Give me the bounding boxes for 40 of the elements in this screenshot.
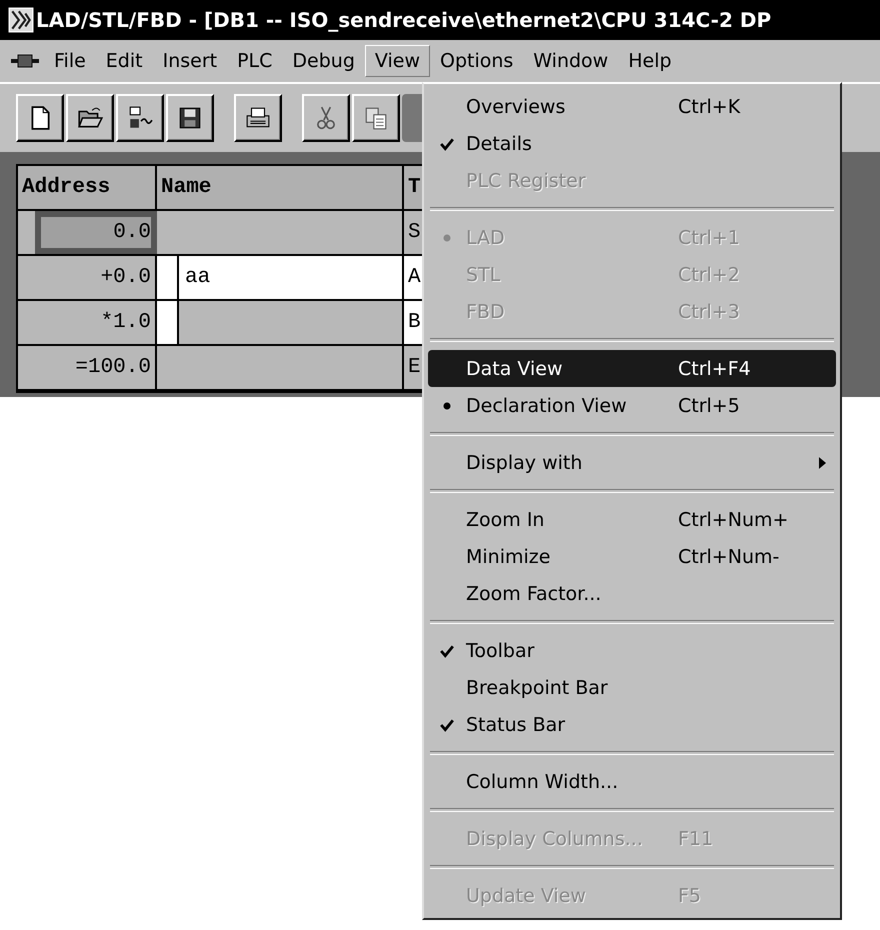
struct-indent xyxy=(157,256,179,299)
menu-item[interactable]: Overviews Ctrl+K xyxy=(428,88,836,125)
menu-item[interactable]: Zoom In Ctrl+Num+ xyxy=(428,501,836,538)
menu-item[interactable]: Minimize Ctrl+Num- xyxy=(428,538,836,575)
address-cell: =100.0 xyxy=(18,346,157,389)
menu-item[interactable]: Breakpoint Bar xyxy=(428,669,836,706)
menu-item[interactable]: Zoom Factor... xyxy=(428,575,836,612)
menu-item[interactable]: Edit xyxy=(96,45,153,77)
name-cell: aa xyxy=(179,256,404,299)
menu-item[interactable]: Display with xyxy=(428,444,836,481)
menu-item[interactable]: Options xyxy=(430,45,524,77)
menu-item[interactable]: Debug xyxy=(282,45,365,77)
menu-item[interactable]: File xyxy=(44,45,96,77)
toolbar-button[interactable] xyxy=(302,94,350,142)
struct-indent xyxy=(157,301,179,344)
toolbar-button[interactable] xyxy=(234,94,282,142)
network-icon xyxy=(127,105,153,131)
menu-item[interactable]: Declaration View Ctrl+5 xyxy=(428,387,836,424)
toolbar-button[interactable] xyxy=(16,94,64,142)
column-header: Name xyxy=(157,166,404,211)
menu-item[interactable]: Toolbar xyxy=(428,632,836,669)
copy-icon xyxy=(363,105,389,131)
window-title: LAD/STL/FBD - [DB1 -- ISO_sendreceive\ethernet2\CPU 314C-2 DP xyxy=(36,8,772,32)
menu-item[interactable]: Window xyxy=(523,45,618,77)
menu-item[interactable]: Column Width... xyxy=(428,763,836,800)
toolbar-button[interactable] xyxy=(166,94,214,142)
toolbar-button[interactable] xyxy=(352,94,400,142)
submenu-arrow-icon xyxy=(819,456,826,468)
plug-icon[interactable] xyxy=(10,53,40,69)
menu-item[interactable]: PLC xyxy=(227,45,282,77)
column-header: Address xyxy=(18,166,157,211)
app-icon xyxy=(8,7,34,33)
menu-item[interactable]: Insert xyxy=(152,45,228,77)
toolbar-button[interactable] xyxy=(116,94,164,142)
menu-item[interactable]: Data View Ctrl+F4 xyxy=(428,350,836,387)
menu-item[interactable]: Details xyxy=(428,125,836,162)
toolbar-button[interactable] xyxy=(66,94,114,142)
menu-item[interactable]: Status Bar xyxy=(428,706,836,743)
menu-item[interactable]: View xyxy=(364,45,430,77)
menu-item[interactable]: Help xyxy=(618,45,682,77)
